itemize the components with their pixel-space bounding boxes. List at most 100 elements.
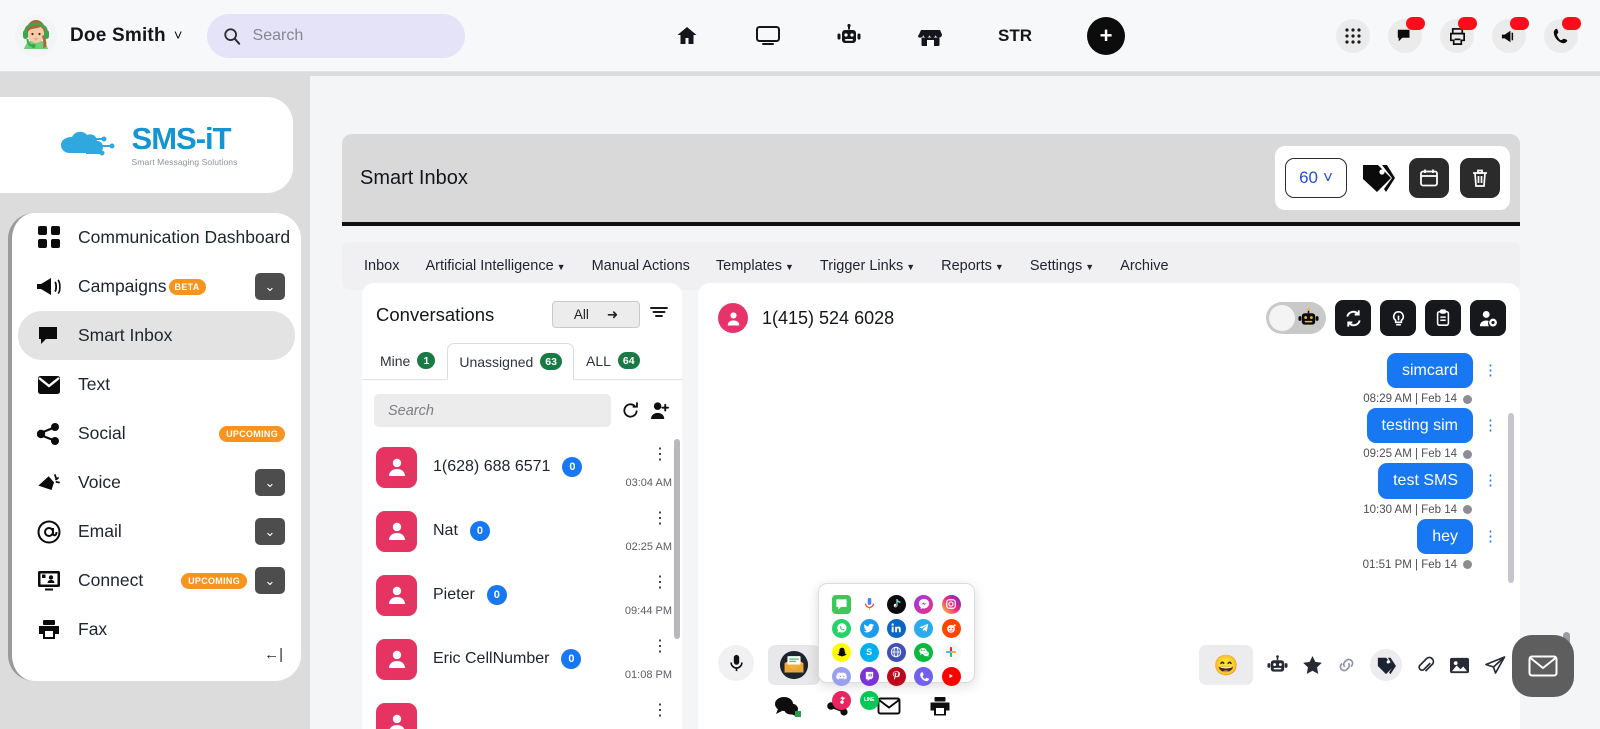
chevron-down-icon[interactable]: ⌄: [255, 273, 285, 300]
row-menu-icon[interactable]: ⋮: [652, 575, 668, 591]
chevron-down-icon[interactable]: ⌄: [255, 518, 285, 545]
image-icon[interactable]: [1449, 656, 1470, 675]
phone-icon[interactable]: [1544, 19, 1578, 53]
menu-item-settings[interactable]: Settings▼: [1030, 258, 1094, 274]
linkedin-app-icon[interactable]: [887, 619, 906, 638]
chevron-down-icon[interactable]: ⌄: [255, 567, 285, 594]
tag-icon[interactable]: [1358, 158, 1398, 198]
sphere-app-icon[interactable]: [887, 643, 906, 662]
robot-icon[interactable]: [836, 23, 862, 49]
conversations-filter-select[interactable]: All ➜: [552, 301, 640, 328]
message-bubble[interactable]: hey: [1417, 519, 1473, 554]
sidebar-collapse-button[interactable]: ←|: [264, 646, 283, 663]
menu-item-archive[interactable]: Archive: [1120, 258, 1168, 274]
microphone-icon[interactable]: [718, 645, 754, 681]
row-menu-icon[interactable]: ⋮: [652, 703, 668, 719]
message-bubble[interactable]: testing sim: [1367, 408, 1473, 443]
tiktok-app-icon[interactable]: [887, 595, 906, 614]
conversation-search-input[interactable]: Search: [374, 394, 611, 427]
row-menu-icon[interactable]: ⋮: [652, 511, 668, 527]
message-menu-icon[interactable]: ⋮: [1483, 418, 1498, 433]
google-assistant-app-icon[interactable]: [860, 595, 879, 614]
message-bubble[interactable]: simcard: [1387, 353, 1473, 388]
tab-unassigned[interactable]: Unassigned 63: [447, 343, 574, 380]
sidebar-item-campaigns[interactable]: Campaigns BETA ⌄: [12, 262, 301, 311]
message-bubble[interactable]: test SMS: [1378, 463, 1473, 498]
mail-fab-icon[interactable]: [1512, 635, 1574, 697]
refresh-icon[interactable]: [1335, 300, 1371, 336]
tab-all[interactable]: ALL 64: [574, 342, 652, 379]
reddit-app-icon[interactable]: [942, 619, 961, 638]
person-settings-icon[interactable]: [1470, 300, 1506, 336]
sidebar-item-text[interactable]: Text: [12, 360, 301, 409]
message-menu-icon[interactable]: ⋮: [1483, 529, 1498, 544]
sidebar-item-social[interactable]: Social UPCOMING: [12, 409, 301, 458]
clipboard-icon[interactable]: [1425, 300, 1461, 336]
menu-item-trigger-links[interactable]: Trigger Links▼: [820, 258, 915, 274]
youtube-app-icon[interactable]: [942, 667, 961, 686]
whatsapp-app-icon[interactable]: [832, 619, 851, 638]
tag-icon[interactable]: [1370, 649, 1402, 681]
add-contact-icon[interactable]: [650, 401, 670, 420]
message-menu-icon[interactable]: ⋮: [1483, 473, 1498, 488]
trash-icon[interactable]: [1460, 158, 1500, 198]
menu-item-templates[interactable]: Templates▼: [716, 258, 794, 274]
list-item[interactable]: Pieter 0 ⋮ 09:44 PM: [362, 563, 682, 627]
line-app-icon[interactable]: LINE: [860, 691, 879, 710]
store-icon[interactable]: [917, 23, 943, 49]
sidebar-item-communication-dashboard[interactable]: Communication Dashboard: [12, 213, 301, 262]
list-item[interactable]: 1(628) 688 6571 0 ⋮ 03:04 AM: [362, 435, 682, 499]
pinterest-app-icon[interactable]: [887, 667, 906, 686]
filter-icon[interactable]: [650, 304, 668, 325]
tab-mine[interactable]: Mine 1: [368, 342, 447, 379]
wechat-app-icon[interactable]: [914, 643, 933, 662]
conversation-list[interactable]: 1(628) 688 6571 0 ⋮ 03:04 AM Nat 0 ⋮ 02:…: [362, 435, 682, 729]
link-icon[interactable]: [1337, 656, 1356, 674]
sidebar-item-fax[interactable]: Fax: [12, 605, 301, 654]
megaphone-icon[interactable]: [1492, 19, 1526, 53]
refresh-icon[interactable]: [621, 401, 640, 420]
sidebar-item-smart-inbox[interactable]: Smart Inbox: [18, 311, 295, 360]
chat-icon[interactable]: [1388, 19, 1422, 53]
ai-bot-toggle[interactable]: [1266, 302, 1326, 334]
robot-icon[interactable]: [1267, 655, 1288, 675]
list-item[interactable]: Nat 0 ⋮ 02:25 AM: [362, 499, 682, 563]
channel-apps-popover[interactable]: S LINE: [818, 583, 975, 683]
home-icon[interactable]: [674, 23, 700, 49]
flickr-app-icon[interactable]: [832, 691, 851, 710]
viber-app-icon[interactable]: [914, 667, 933, 686]
avatar[interactable]: [14, 14, 58, 58]
calendar-icon[interactable]: [1409, 158, 1449, 198]
chevron-down-icon[interactable]: ⌄: [255, 469, 285, 496]
instagram-app-icon[interactable]: [942, 595, 961, 614]
list-item[interactable]: ⋮: [362, 691, 682, 729]
twitter-app-icon[interactable]: [860, 619, 879, 638]
channel-mail-button[interactable]: [768, 645, 820, 685]
list-item[interactable]: Eric CellNumber 0 ⋮ 01:08 PM: [362, 627, 682, 691]
messenger-app-icon[interactable]: [914, 595, 933, 614]
message-menu-icon[interactable]: ⋮: [1483, 363, 1498, 378]
chevron-down-icon[interactable]: ˅: [174, 27, 183, 44]
sidebar-item-connect[interactable]: Connect UPCOMING ⌄: [12, 556, 301, 605]
page-size-select[interactable]: 60 ˅: [1285, 158, 1347, 198]
row-menu-icon[interactable]: ⋮: [652, 639, 668, 655]
app-logo[interactable]: SMS-iT Smart Messaging Solutions: [0, 97, 293, 193]
search-input[interactable]: Search: [207, 14, 465, 58]
add-button[interactable]: +: [1087, 17, 1125, 55]
telegram-app-icon[interactable]: [914, 619, 933, 638]
menu-item-artificial-intelligence[interactable]: Artificial Intelligence▼: [425, 258, 565, 274]
imessage-app-icon[interactable]: [832, 595, 851, 614]
printer-icon[interactable]: [929, 696, 951, 717]
envelope-icon[interactable]: [877, 696, 901, 716]
skype-app-icon[interactable]: S: [860, 643, 879, 662]
menu-item-inbox[interactable]: Inbox: [364, 258, 399, 274]
lightbulb-icon[interactable]: [1380, 300, 1416, 336]
menu-item-reports[interactable]: Reports▼: [941, 258, 1004, 274]
sidebar-item-email[interactable]: Email ⌄: [12, 507, 301, 556]
menu-item-manual-actions[interactable]: Manual Actions: [592, 258, 690, 274]
snapchat-app-icon[interactable]: [832, 643, 851, 662]
star-icon[interactable]: [1302, 655, 1323, 675]
send-icon[interactable]: [1484, 655, 1506, 675]
discord-app-icon[interactable]: [832, 667, 851, 686]
row-menu-icon[interactable]: ⋮: [652, 447, 668, 463]
